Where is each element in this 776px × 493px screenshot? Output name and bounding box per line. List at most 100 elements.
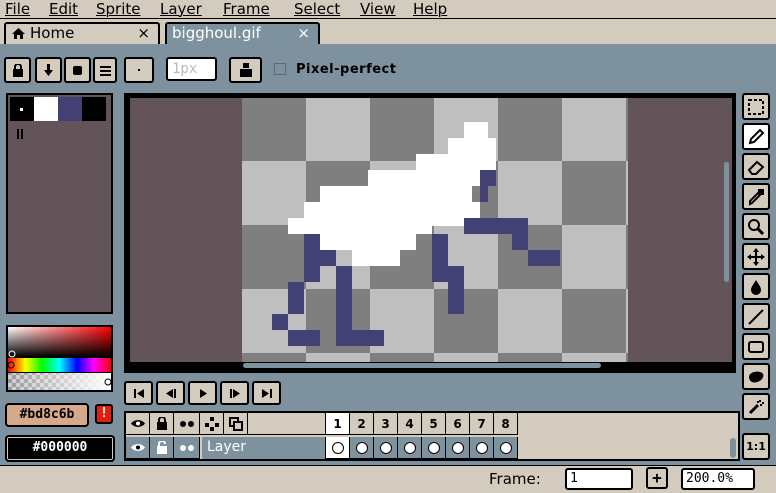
background-color-button[interactable]: #000000	[5, 435, 115, 462]
frame-header-1[interactable]: 1	[326, 413, 350, 435]
cel-6[interactable]	[446, 437, 470, 459]
first-frame-button[interactable]	[124, 381, 153, 405]
next-frame-button[interactable]	[220, 381, 249, 405]
tool-zoom[interactable]	[742, 213, 770, 240]
tool-spray[interactable]	[742, 393, 770, 420]
tool-actual-size[interactable]: 1:1	[742, 433, 770, 460]
menu-file[interactable]: File	[5, 0, 30, 18]
palette-swatch-white[interactable]	[34, 97, 58, 121]
menu-edit[interactable]: Edit	[49, 0, 78, 18]
frame-header-4[interactable]: 4	[398, 413, 422, 435]
eyedropper-icon	[749, 188, 764, 206]
brush-size-input[interactable]: 1px	[166, 57, 217, 81]
continuous-icon	[179, 420, 194, 427]
palette-swatch-black[interactable]	[10, 97, 34, 121]
editor-vertical-thumb[interactable]	[724, 162, 729, 282]
frame-label: Frame:	[489, 470, 541, 488]
cel-4[interactable]	[398, 437, 422, 459]
palette-resize-handle-icon[interactable]	[17, 129, 25, 139]
next-frame-icon	[229, 388, 240, 398]
cel-8[interactable]	[494, 437, 518, 459]
tool-move[interactable]	[742, 243, 770, 270]
frame-header-3[interactable]: 3	[374, 413, 398, 435]
menu-select[interactable]: Select	[294, 0, 340, 18]
editor-horizontal-scrollbar[interactable]	[130, 362, 732, 370]
tool-eraser[interactable]	[742, 153, 770, 180]
frame-input[interactable]: 1	[565, 468, 633, 490]
tool-eyedropper[interactable]	[742, 183, 770, 210]
palette-swatch-black-2[interactable]	[82, 97, 106, 121]
foreground-color-button[interactable]: #bd8c6b	[5, 403, 89, 427]
ink-button[interactable]	[229, 57, 262, 83]
layer-visibility-toggle[interactable]	[126, 437, 150, 459]
tab-home-close-button[interactable]: ×	[137, 24, 150, 43]
cel-7[interactable]	[470, 437, 494, 459]
cel-dot	[355, 441, 368, 454]
header-layers[interactable]	[200, 413, 224, 435]
header-lock[interactable]	[150, 413, 174, 435]
cel-2[interactable]	[350, 437, 374, 459]
layer-name[interactable]: Layer	[202, 437, 326, 459]
tool-marquee[interactable]	[742, 93, 770, 120]
color-picker[interactable]	[6, 325, 113, 392]
tab-home[interactable]: Home ×	[4, 22, 160, 44]
last-frame-button[interactable]	[252, 381, 281, 405]
layer-continuous-toggle[interactable]	[174, 437, 200, 459]
cel-3[interactable]	[374, 437, 398, 459]
play-button[interactable]	[188, 381, 217, 405]
header-onion-skin[interactable]	[224, 413, 248, 435]
arrow-down-button[interactable]	[35, 57, 62, 83]
pixel-perfect-checkbox[interactable]	[274, 63, 286, 75]
fill-icon	[751, 279, 761, 295]
menu-layer[interactable]: Layer	[160, 0, 202, 18]
zoom-input[interactable]: 200.0%	[681, 468, 755, 490]
tab-home-label: Home	[30, 24, 75, 42]
frame-header-6[interactable]: 6	[446, 413, 470, 435]
editor-vertical-scrollbar[interactable]	[722, 98, 732, 362]
tool-rectangle[interactable]	[742, 333, 770, 360]
tool-fill[interactable]	[742, 273, 770, 300]
frame-header-8[interactable]: 8	[494, 413, 518, 435]
arrow-down-icon	[44, 64, 53, 76]
tool-curve[interactable]	[742, 363, 770, 390]
options-button[interactable]	[93, 57, 117, 83]
add-frame-button[interactable]: +	[646, 467, 668, 489]
layer-row[interactable]: Layer	[126, 437, 738, 459]
lock-button[interactable]	[4, 57, 31, 83]
stop-button[interactable]	[64, 57, 91, 83]
tool-line[interactable]	[742, 303, 770, 330]
menu-sprite[interactable]: Sprite	[96, 0, 141, 18]
sprite-canvas[interactable]	[242, 98, 628, 362]
frame-header-2[interactable]: 2	[350, 413, 374, 435]
cel-1[interactable]	[326, 437, 350, 459]
prev-frame-button[interactable]	[156, 381, 185, 405]
cel-dot	[379, 441, 392, 454]
actual-size-label: 1:1	[746, 440, 766, 453]
header-visibility[interactable]	[126, 413, 150, 435]
menu-frame[interactable]: Frame	[223, 0, 270, 18]
tool-pencil[interactable]	[742, 123, 770, 150]
timeline-scrollbar[interactable]	[730, 438, 736, 458]
frame-header-5[interactable]: 5	[422, 413, 446, 435]
eraser-icon	[747, 160, 765, 175]
palette-swatch-blue[interactable]	[58, 97, 82, 121]
menu-help[interactable]: Help	[413, 0, 447, 18]
move-icon	[747, 247, 765, 266]
timeline: 1 2 3 4 5 6 7 8 Layer	[124, 411, 740, 461]
tab-file-close-button[interactable]: ×	[297, 24, 310, 43]
menu-lines-icon	[99, 65, 111, 76]
editor-horizontal-thumb[interactable]	[243, 363, 601, 368]
layer-lock-toggle[interactable]	[150, 437, 174, 459]
header-continuous[interactable]	[174, 413, 200, 435]
sprite-editor[interactable]	[124, 93, 736, 373]
eye-icon	[130, 444, 145, 451]
tab-bar: Home × bigghoul.gif ×	[0, 19, 776, 44]
frame-header-7[interactable]: 7	[470, 413, 494, 435]
cel-dot	[331, 441, 344, 454]
warning-button[interactable]: !	[95, 404, 113, 424]
cel-dot	[475, 441, 488, 454]
brush-shape-button[interactable]	[124, 57, 154, 83]
tab-bigghoul[interactable]: bigghoul.gif ×	[165, 22, 320, 44]
menu-view[interactable]: View	[360, 0, 396, 18]
cel-5[interactable]	[422, 437, 446, 459]
